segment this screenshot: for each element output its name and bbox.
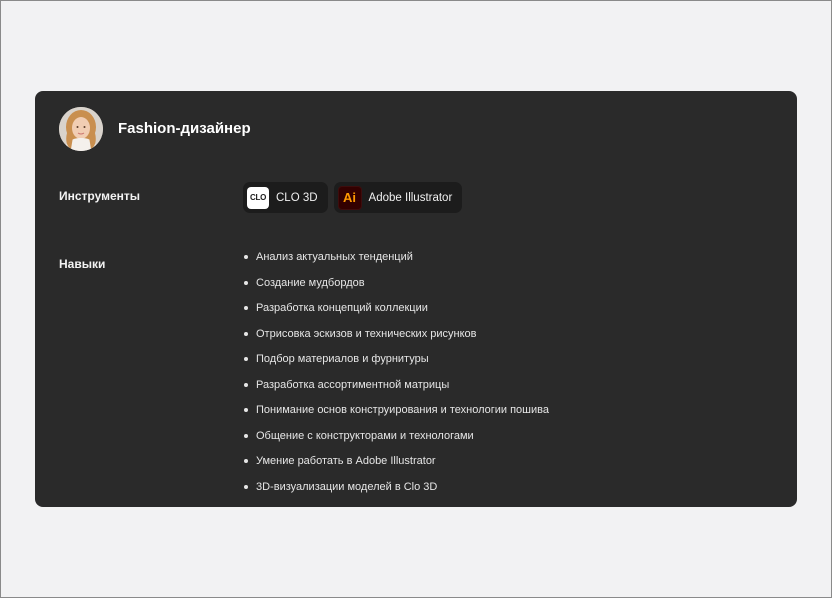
tool-chip-label: Adobe Illustrator bbox=[368, 191, 453, 204]
adobe-illustrator-icon: Ai bbox=[337, 185, 362, 210]
list-item: Разработка концепций коллекции bbox=[244, 301, 549, 327]
list-item: Общение с конструкторами и технологами bbox=[244, 429, 549, 455]
avatar bbox=[59, 107, 103, 151]
tool-chip-label: CLO 3D bbox=[276, 191, 318, 204]
skills-list: Анализ актуальных тенденций Создание муд… bbox=[244, 250, 549, 505]
list-item: Отрисовка эскизов и технических рисунков bbox=[244, 327, 549, 353]
list-item: Подбор материалов и фурнитуры bbox=[244, 352, 549, 378]
profile-card: Fashion-дизайнер Инструменты CLO CLO 3D … bbox=[35, 91, 797, 507]
skills-label: Навыки bbox=[59, 257, 106, 271]
avatar-photo bbox=[59, 107, 103, 151]
profile-title: Fashion-дизайнер bbox=[118, 120, 251, 137]
tool-chip-adobe-illustrator[interactable]: Ai Adobe Illustrator bbox=[333, 182, 463, 213]
list-item: Создание мудбордов bbox=[244, 276, 549, 302]
clo-3d-icon: CLO bbox=[247, 186, 269, 209]
tools-list: CLO CLO 3D Ai Adobe Illustrator bbox=[243, 182, 463, 213]
list-item: Разработка ассортиментной матрицы bbox=[244, 378, 549, 404]
tools-label: Инструменты bbox=[59, 189, 141, 203]
tool-chip-clo-3d[interactable]: CLO CLO 3D bbox=[243, 182, 328, 213]
list-item: Умение работать в Adobe Illustrator bbox=[244, 454, 549, 480]
list-item: Анализ актуальных тенденций bbox=[244, 250, 549, 276]
list-item: 3D-визуализации моделей в Clo 3D bbox=[244, 480, 549, 506]
list-item: Понимание основ конструирования и технол… bbox=[244, 403, 549, 429]
